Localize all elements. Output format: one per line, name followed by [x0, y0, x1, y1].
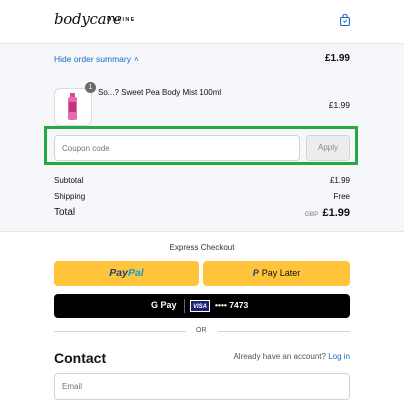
account-prompt: Already have an account? Log in — [233, 352, 350, 361]
paypal-p-icon: P — [252, 268, 259, 278]
google-pay-button[interactable]: G Pay VISA •••• 7473 — [54, 294, 350, 318]
product-thumbnail — [54, 88, 92, 126]
email-field[interactable] — [54, 373, 350, 400]
apply-coupon-button[interactable]: Apply — [306, 135, 350, 161]
express-checkout-title: Express Checkout — [169, 243, 235, 252]
subtotal-row: Subtotal £1.99 — [54, 176, 350, 185]
total-label: Total — [54, 207, 76, 218]
shipping-value: Free — [333, 192, 350, 201]
google-pay-label: G Pay — [151, 300, 177, 310]
login-link[interactable]: Log in — [328, 352, 350, 361]
visa-card-icon: VISA — [190, 300, 210, 312]
toggle-order-summary[interactable]: Hide order summary ˄ — [54, 54, 139, 64]
currency-code: GBP — [304, 211, 319, 218]
shipping-row: Shipping Free — [54, 192, 350, 201]
shopping-bag-icon[interactable] — [340, 14, 350, 26]
subtotal-label: Subtotal — [54, 176, 84, 185]
or-divider-label: OR — [196, 327, 207, 334]
total-value-group: GBP £1.99 — [305, 207, 350, 219]
pay-later-label: Pay Later — [261, 268, 301, 278]
subtotal-value: £1.99 — [329, 176, 350, 185]
coupon-code-input[interactable] — [54, 135, 300, 161]
product-name: So...? Sweet Pea Body Mist 100ml — [98, 88, 222, 97]
divider-right — [218, 331, 350, 332]
paypal-logo-part1: Pay — [109, 267, 128, 279]
card-number: •••• 7473 — [215, 300, 249, 310]
order-summary: Hide order summary ˄ £1.99 1 So...? Sweet… — [0, 44, 404, 232]
gpay-separator — [184, 299, 185, 313]
total-value: £1.99 — [322, 207, 350, 219]
quantity-badge: 1 — [85, 82, 96, 93]
brand-sub: ONLINE — [107, 17, 136, 23]
pay-later-button[interactable]: P Pay Later — [203, 261, 350, 286]
summary-total: £1.99 — [324, 53, 350, 64]
divider-left — [54, 331, 186, 332]
chevron-up-icon: ˄ — [134, 55, 139, 64]
toggle-label: Hide order summary — [54, 54, 131, 64]
paypal-logo-part2: Pal — [127, 267, 144, 279]
paypal-button[interactable]: PayPal — [54, 261, 199, 286]
product-image — [68, 93, 77, 120]
shipping-label: Shipping — [54, 192, 86, 201]
account-prompt-text: Already have an account? — [233, 352, 326, 361]
contact-heading: Contact — [54, 350, 107, 366]
product-price: £1.99 — [328, 100, 350, 110]
header: bodycare ONLINE — [0, 0, 404, 44]
total-row: Total GBP £1.99 — [54, 207, 350, 219]
